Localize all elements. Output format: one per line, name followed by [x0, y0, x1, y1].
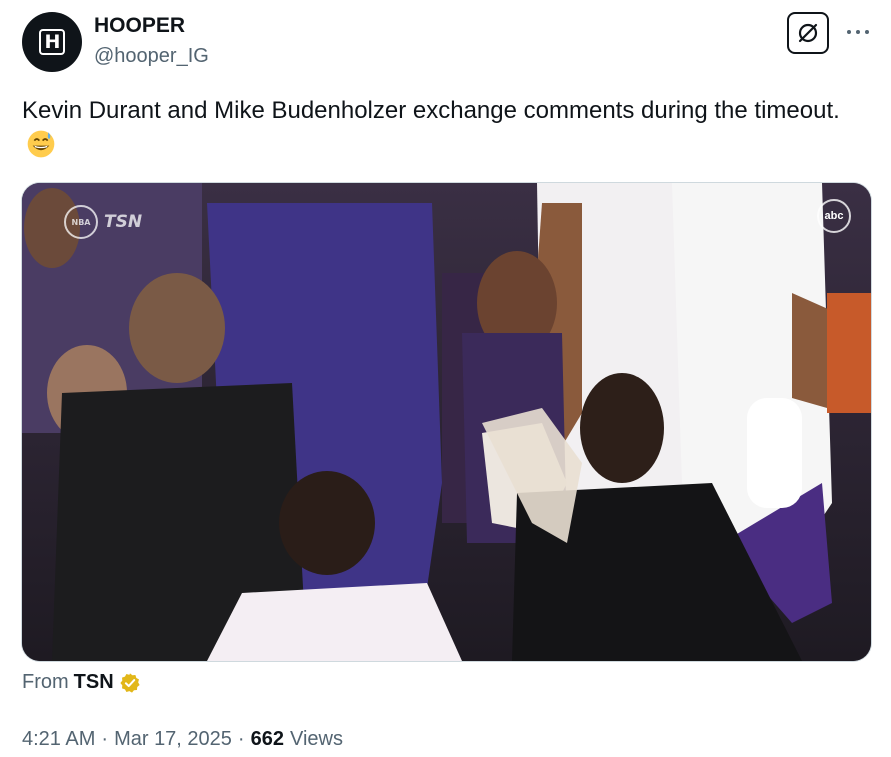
grok-icon	[798, 23, 818, 43]
nba-logo-icon: NBA	[64, 205, 98, 239]
tweet-header: H HOOPER @hooper_IG	[22, 12, 872, 74]
tweet-time-link[interactable]: 4:21 AM	[22, 728, 95, 751]
author-display-name[interactable]: HOOPER	[94, 14, 185, 38]
tweet-media-video[interactable]: NBA TSN abc	[22, 183, 871, 661]
broadcast-bug-left-label: TSN	[104, 212, 143, 232]
views-label: Views	[289, 728, 343, 750]
tweet-text: Kevin Durant and Mike Budenholzer exchan…	[22, 93, 842, 165]
meta-separator-2: ·	[237, 728, 245, 750]
source-prefix: From	[22, 671, 69, 693]
source-name-link[interactable]: TSN	[74, 671, 114, 694]
author-handle[interactable]: @hooper_IG	[94, 45, 209, 68]
views-count: 662	[250, 728, 284, 750]
video-frame-image	[22, 183, 871, 661]
tweet-body: Kevin Durant and Mike Budenholzer exchan…	[22, 97, 840, 124]
more-options-button[interactable]	[842, 16, 874, 48]
meta-separator: ·	[101, 728, 109, 750]
more-dots-icon	[847, 30, 869, 34]
abc-broadcast-bug: abc	[817, 199, 851, 233]
author-avatar[interactable]: H	[22, 12, 82, 72]
grok-button[interactable]	[787, 12, 829, 54]
hooper-logo-icon: H	[39, 29, 65, 55]
tsn-broadcast-bug: NBA TSN	[64, 205, 142, 239]
tweet-metadata: 4:21 AM · Mar 17, 2025 · 662 Views	[22, 728, 343, 751]
tweet-date-link[interactable]: Mar 17, 2025	[114, 728, 232, 751]
grinning-face-with-sweat-emoji	[27, 130, 55, 158]
broadcast-bug-right-label: abc	[824, 210, 844, 222]
verified-gold-badge-icon	[120, 672, 140, 693]
media-source-attribution: From TSN	[22, 671, 141, 694]
